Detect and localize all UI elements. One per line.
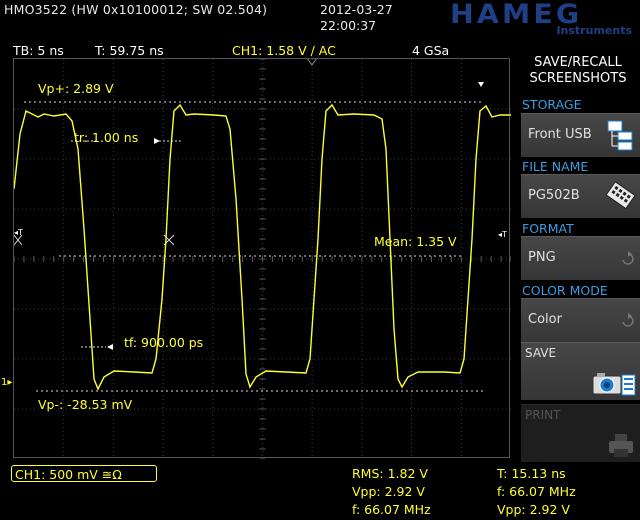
camera-icon [592,373,636,396]
mean-label: Mean: 1.35 V [374,234,457,249]
storage-value: Front USB [528,127,592,142]
sample-rate-readout: 4 GSa [412,43,450,58]
format-button[interactable]: PNG [521,236,640,280]
rms-readout: RMS: 1.82 V [352,466,428,481]
freq-readout-2: f: 66.07 MHz [497,484,576,499]
tr-label: tr: 1.00 ns [74,130,139,145]
vp-minus-label: Vp-: -28.53 mV [38,397,133,412]
device-title: HMO3522 (HW 0x10100012; SW 02.504) [4,2,268,17]
logo-subtext: Instruments [556,24,632,37]
crosshair-markers [14,234,175,246]
rotary-icon [622,251,634,265]
vp-plus-marker-icon [478,82,484,87]
menu-title-line1: SAVE/RECALL [534,55,622,70]
format-value: PNG [528,250,556,265]
color-mode-label: COLOR MODE [522,283,608,298]
printer-icon [609,434,633,457]
tf-arrow-icon [107,344,113,350]
file-name-value: PG502B [528,188,580,203]
file-name-label: FILE NAME [522,159,589,174]
usb-folder-icon [607,120,633,151]
svg-text:◂T: ◂T [498,230,507,239]
vpp-readout-2: Vpp: 2.92 V [497,502,570,517]
menu-title-line2: SCREENSHOTS [529,71,627,86]
tr-arrow-icon [154,138,160,144]
print-label: PRINT [525,408,561,422]
format-label: FORMAT [522,221,574,236]
save-button[interactable]: SAVE [521,342,640,400]
waveform-display[interactable]: ◂T ◂T Vp+: 2.89 V tr: 1.00 ns Mean: 1.35… [13,58,511,459]
color-mode-value: Color [528,312,562,327]
menu-title: SAVE/RECALL SCREENSHOTS [516,55,640,87]
rotary-icon [622,313,634,327]
date: 2012-03-27 [320,2,393,17]
svg-text:◂T: ◂T [14,228,23,237]
ch1-ground-marker: 1▸ [1,377,13,388]
vpp-readout-1: Vpp: 2.92 V [352,484,425,499]
trigger-time-readout: T: 59.75 ns [95,43,164,58]
hameg-logo: HAMEG Instruments [450,1,636,38]
timestamp: 2012-03-27 22:00:37 [320,2,393,34]
channel-scale-box[interactable]: CH1: 500 mV ≅Ω [11,465,157,482]
timebase-readout: TB: 5 ns [13,43,64,58]
storage-label: STORAGE [522,97,582,112]
tf-label: tf: 900.00 ps [124,335,204,350]
time: 22:00:37 [320,18,377,33]
period-readout: T: 15.13 ns [497,466,566,481]
file-name-button[interactable]: PG502B [521,174,640,218]
save-label: SAVE [525,346,557,360]
print-button[interactable]: PRINT [521,404,640,462]
freq-readout-1: f: 66.07 MHz [352,502,431,517]
color-mode-button[interactable]: Color [521,298,640,342]
storage-button[interactable]: Front USB [521,113,640,157]
keyboard-icon [605,181,636,210]
vp-plus-label: Vp+: 2.89 V [38,81,114,96]
channel-trigger-readout: CH1: 1.58 V ∕ AC [232,43,336,58]
